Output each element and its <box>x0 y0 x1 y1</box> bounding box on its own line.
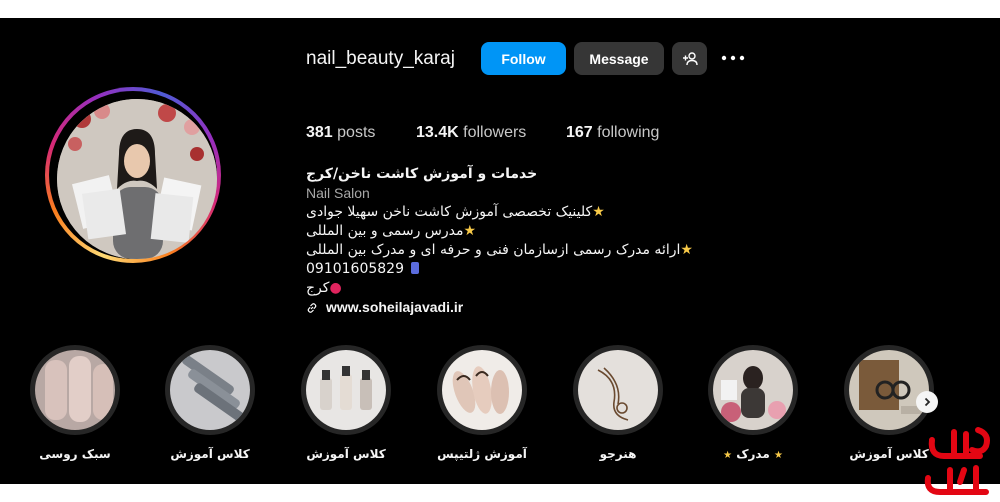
bio-phone: 09101605829 <box>306 260 706 279</box>
highlight-label: سبک روسی <box>39 447 111 461</box>
highlight-cover <box>713 350 793 430</box>
highlight-4[interactable]: آموزش ژلتیپس <box>432 345 532 461</box>
add-user-icon <box>682 51 698 65</box>
star-icon: ★ <box>463 223 477 239</box>
highlight-label: کلاس آموزش <box>306 447 386 461</box>
cafekara-logo-icon <box>924 427 990 495</box>
bio-line-3: ★ارائه مدرک رسمی ازسازمان فنی و حرفه ای … <box>306 241 706 260</box>
highlight-cover <box>849 350 929 430</box>
bio-line-1-text: کلینیک تخصصی آموزش کاشت ناخن سهیلا جوادی <box>306 204 593 220</box>
link-icon <box>307 302 317 313</box>
phone-number: 09101605829 <box>306 261 404 277</box>
bio-line-3-text: ارائه مدرک رسمی ازسازمان فنی و حرفه ای و… <box>306 242 681 258</box>
highlights-next-button[interactable] <box>916 391 938 413</box>
star-icon: ★ <box>592 204 605 220</box>
following-stat[interactable]: 167 following <box>566 124 659 142</box>
avatar <box>57 99 217 259</box>
more-options-button[interactable] <box>720 48 746 68</box>
highlight-cover <box>306 350 386 430</box>
phone-icon <box>411 262 420 274</box>
highlight-1[interactable]: سبک روسی <box>25 345 125 461</box>
bio-title: خدمات و آموزش کاشت ناخن/کرج <box>306 166 538 182</box>
bio-link[interactable]: www.soheilajavadi.ir <box>306 298 706 317</box>
bio-line-2: ★مدرس رسمی و بین المللی <box>306 222 706 241</box>
highlight-2[interactable]: کلاس آموزش <box>160 345 260 461</box>
pin-icon: ● <box>329 280 342 296</box>
more-options-icon <box>721 55 745 61</box>
highlight-label: آموزش ژلتیپس <box>437 447 527 461</box>
highlight-label-text: مدرک <box>736 447 770 461</box>
star-icon: ★ <box>723 450 733 461</box>
highlight-label: ★ مدرک ★ <box>703 447 803 461</box>
star-icon: ★ <box>680 242 693 258</box>
following-label: following <box>597 124 660 141</box>
message-button[interactable]: Message <box>574 42 664 75</box>
highlight-cover <box>442 350 522 430</box>
avatar-photo <box>57 99 217 259</box>
followers-count: 13.4K <box>416 124 459 141</box>
username: nail_beauty_karaj <box>306 48 455 69</box>
following-count: 167 <box>566 124 593 141</box>
highlight-6[interactable]: ★ مدرک ★ <box>703 345 803 461</box>
profile-page: nail_beauty_karaj Follow Message 381 pos… <box>0 18 1000 484</box>
bio: خدمات و آموزش کاشت ناخن/کرج Nail Salon ★… <box>306 165 706 317</box>
bio-line-2-text: مدرس رسمی و بین المللی <box>306 223 464 239</box>
followers-label: followers <box>463 124 527 141</box>
posts-stat: 381 posts <box>306 124 375 142</box>
star-icon: ★ <box>773 450 783 461</box>
posts-label: posts <box>337 124 376 141</box>
bio-line-1: ★کلینیک تخصصی آموزش کاشت ناخن سهیلا جواد… <box>306 203 706 222</box>
bio-location: ●کرج <box>306 279 706 298</box>
website-link[interactable]: www.soheilajavadi.ir <box>326 298 463 317</box>
follow-button[interactable]: Follow <box>481 42 566 75</box>
chevron-right-icon <box>924 397 931 407</box>
highlight-label: هنرجو <box>599 447 637 461</box>
bio-category: Nail Salon <box>306 185 370 201</box>
suggest-users-button[interactable] <box>672 42 707 75</box>
highlight-label: کلاس آموزش <box>170 447 250 461</box>
watermark-logo <box>920 420 998 498</box>
highlight-cover <box>170 350 250 430</box>
followers-stat[interactable]: 13.4K followers <box>416 124 526 142</box>
highlight-3[interactable]: کلاس آموزش <box>296 345 396 461</box>
story-ring[interactable] <box>45 87 221 263</box>
posts-count: 381 <box>306 124 333 141</box>
highlight-cover <box>578 350 658 430</box>
highlight-cover <box>35 350 115 430</box>
location-text: کرج <box>306 280 330 296</box>
highlight-5[interactable]: هنرجو <box>568 345 668 461</box>
